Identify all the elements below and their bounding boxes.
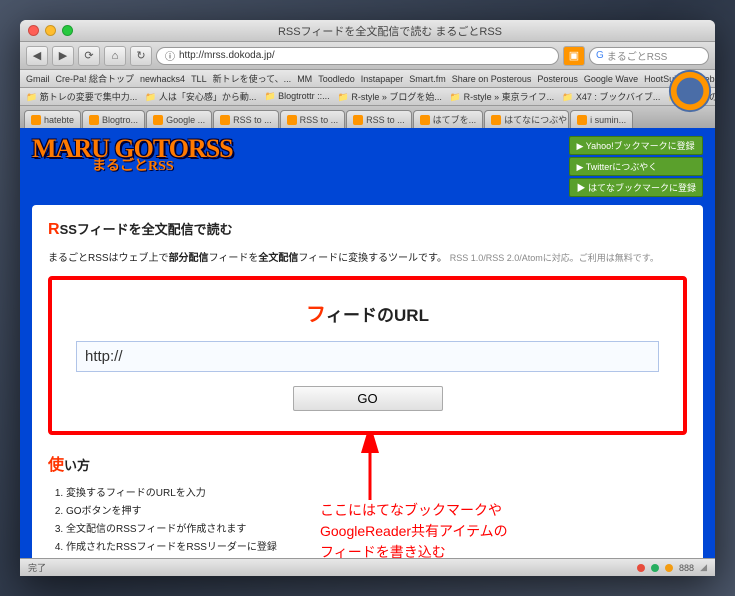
feed-url-input[interactable] — [76, 341, 659, 372]
bookmark-item[interactable]: 📁 R-style » 東京ライフ... — [450, 90, 554, 103]
bookmark-item[interactable]: 📁 X47 : ブックバイブ... — [562, 90, 660, 103]
bookmark-item[interactable]: 新トレを使って、... — [213, 72, 292, 85]
browser-tab[interactable]: RSS to ... — [213, 110, 279, 128]
description-text: まるごとRSSはウェブ上で部分配信フィードを全文配信フィードに変換するツールです… — [48, 249, 687, 264]
bookmark-item[interactable]: Cre-Pa! 総合トップ — [56, 72, 135, 85]
feed-url-form: フィードのURL GO — [48, 276, 687, 435]
status-count: 888 — [679, 563, 694, 573]
browser-tab[interactable]: はてブを... — [413, 110, 484, 128]
bookmark-item[interactable]: 📁 筋トレの変要で集中力... — [26, 90, 137, 103]
bookmark-item[interactable]: Posterous — [537, 74, 578, 84]
bookmark-item[interactable]: Share on Posterous — [452, 74, 532, 84]
bookmark-item[interactable]: TLL — [191, 74, 207, 84]
titlebar: RSSフィードを全文配信で読む まるごとRSS — [20, 20, 715, 42]
status-indicator-icon — [637, 564, 645, 572]
heading-main: RSSフィードを全文配信で読む — [48, 219, 687, 239]
back-button[interactable]: ◀ — [26, 46, 48, 66]
bookmark-bar-1: Gmail Cre-Pa! 総合トップ newhacks4 TLL 新トレを使って、..… — [20, 70, 715, 88]
share-button[interactable]: ▶ はてなブックマークに登録 — [569, 178, 703, 197]
close-window-button[interactable] — [28, 25, 39, 36]
bookmark-item[interactable]: 📁 人は「安心感」から動... — [145, 90, 256, 103]
bookmark-item[interactable]: 📁 Blogtrottr ::... — [264, 91, 329, 102]
status-indicator-icon — [665, 564, 673, 572]
share-button[interactable]: ▶ Yahoo!ブックマークに登録 — [569, 136, 703, 155]
minimize-window-button[interactable] — [45, 25, 56, 36]
history-button[interactable]: ↻ — [130, 46, 152, 66]
heading-usage: 使い方 — [48, 451, 687, 475]
address-bar[interactable]: ⓘhttp://mrss.dokoda.jp/ — [156, 47, 559, 65]
forward-button[interactable]: ▶ — [52, 46, 74, 66]
go-button[interactable]: GO — [293, 386, 443, 411]
browser-tab[interactable]: RSS to ... — [346, 110, 412, 128]
browser-toolbar: ◀ ▶ ⟳ ⌂ ↻ ⓘhttp://mrss.dokoda.jp/ ▣ Gまるご… — [20, 42, 715, 70]
feed-url-label: フィードのURL — [76, 298, 659, 327]
page-content: MARU GOTORSS まるごとRSS ▶ Yahoo!ブックマークに登録 ▶ … — [20, 128, 715, 558]
resize-grip-icon[interactable]: ◢ — [700, 562, 707, 573]
bookmark-item[interactable]: Google Wave — [584, 74, 638, 84]
zoom-window-button[interactable] — [62, 25, 73, 36]
search-bar[interactable]: GまるごとRSS — [589, 47, 709, 65]
feed-button[interactable]: ▣ — [563, 46, 585, 66]
bookmark-item[interactable]: 📁 R-style » ブログを始... — [338, 90, 442, 103]
browser-tab[interactable]: はてなにつぶやく — [484, 110, 569, 128]
browser-tab[interactable]: Google ... — [146, 110, 212, 128]
browser-tab[interactable]: hatebte — [24, 110, 81, 128]
site-logo: MARU GOTORSS まるごとRSS — [32, 136, 233, 174]
home-button[interactable]: ⌂ — [104, 46, 126, 66]
window-title: RSSフィードを全文配信で読む まるごとRSS — [73, 23, 707, 39]
bookmark-item[interactable]: Toodledo — [318, 74, 355, 84]
firefox-logo-icon — [667, 68, 713, 114]
annotation-text: ここにはてなブックマークやGoogleReader共有アイテムのフィードを書き込… — [320, 500, 600, 558]
bookmark-item[interactable]: Gmail — [26, 74, 50, 84]
status-bar: 完了 888 ◢ — [20, 558, 715, 576]
reload-button[interactable]: ⟳ — [78, 46, 100, 66]
tab-bar: hatebteBlogtro...Google ...RSS to ...RSS… — [20, 106, 715, 128]
bookmark-item[interactable]: newhacks4 — [140, 74, 185, 84]
bookmark-item[interactable]: Instapaper — [361, 74, 404, 84]
browser-tab[interactable]: i sumin... — [570, 110, 633, 128]
share-button[interactable]: ▶ Twitterにつぶやく — [569, 157, 703, 176]
bookmark-item[interactable]: Smart.fm — [409, 74, 446, 84]
browser-tab[interactable]: RSS to ... — [280, 110, 346, 128]
status-indicator-icon — [651, 564, 659, 572]
browser-tab[interactable]: Blogtro... — [82, 110, 145, 128]
status-text: 完了 — [28, 561, 46, 574]
bookmark-item[interactable]: MM — [297, 74, 312, 84]
bookmark-bar-2: 📁 筋トレの変要で集中力... 📁 人は「安心感」から動... 📁 Blogtrot… — [20, 88, 715, 106]
